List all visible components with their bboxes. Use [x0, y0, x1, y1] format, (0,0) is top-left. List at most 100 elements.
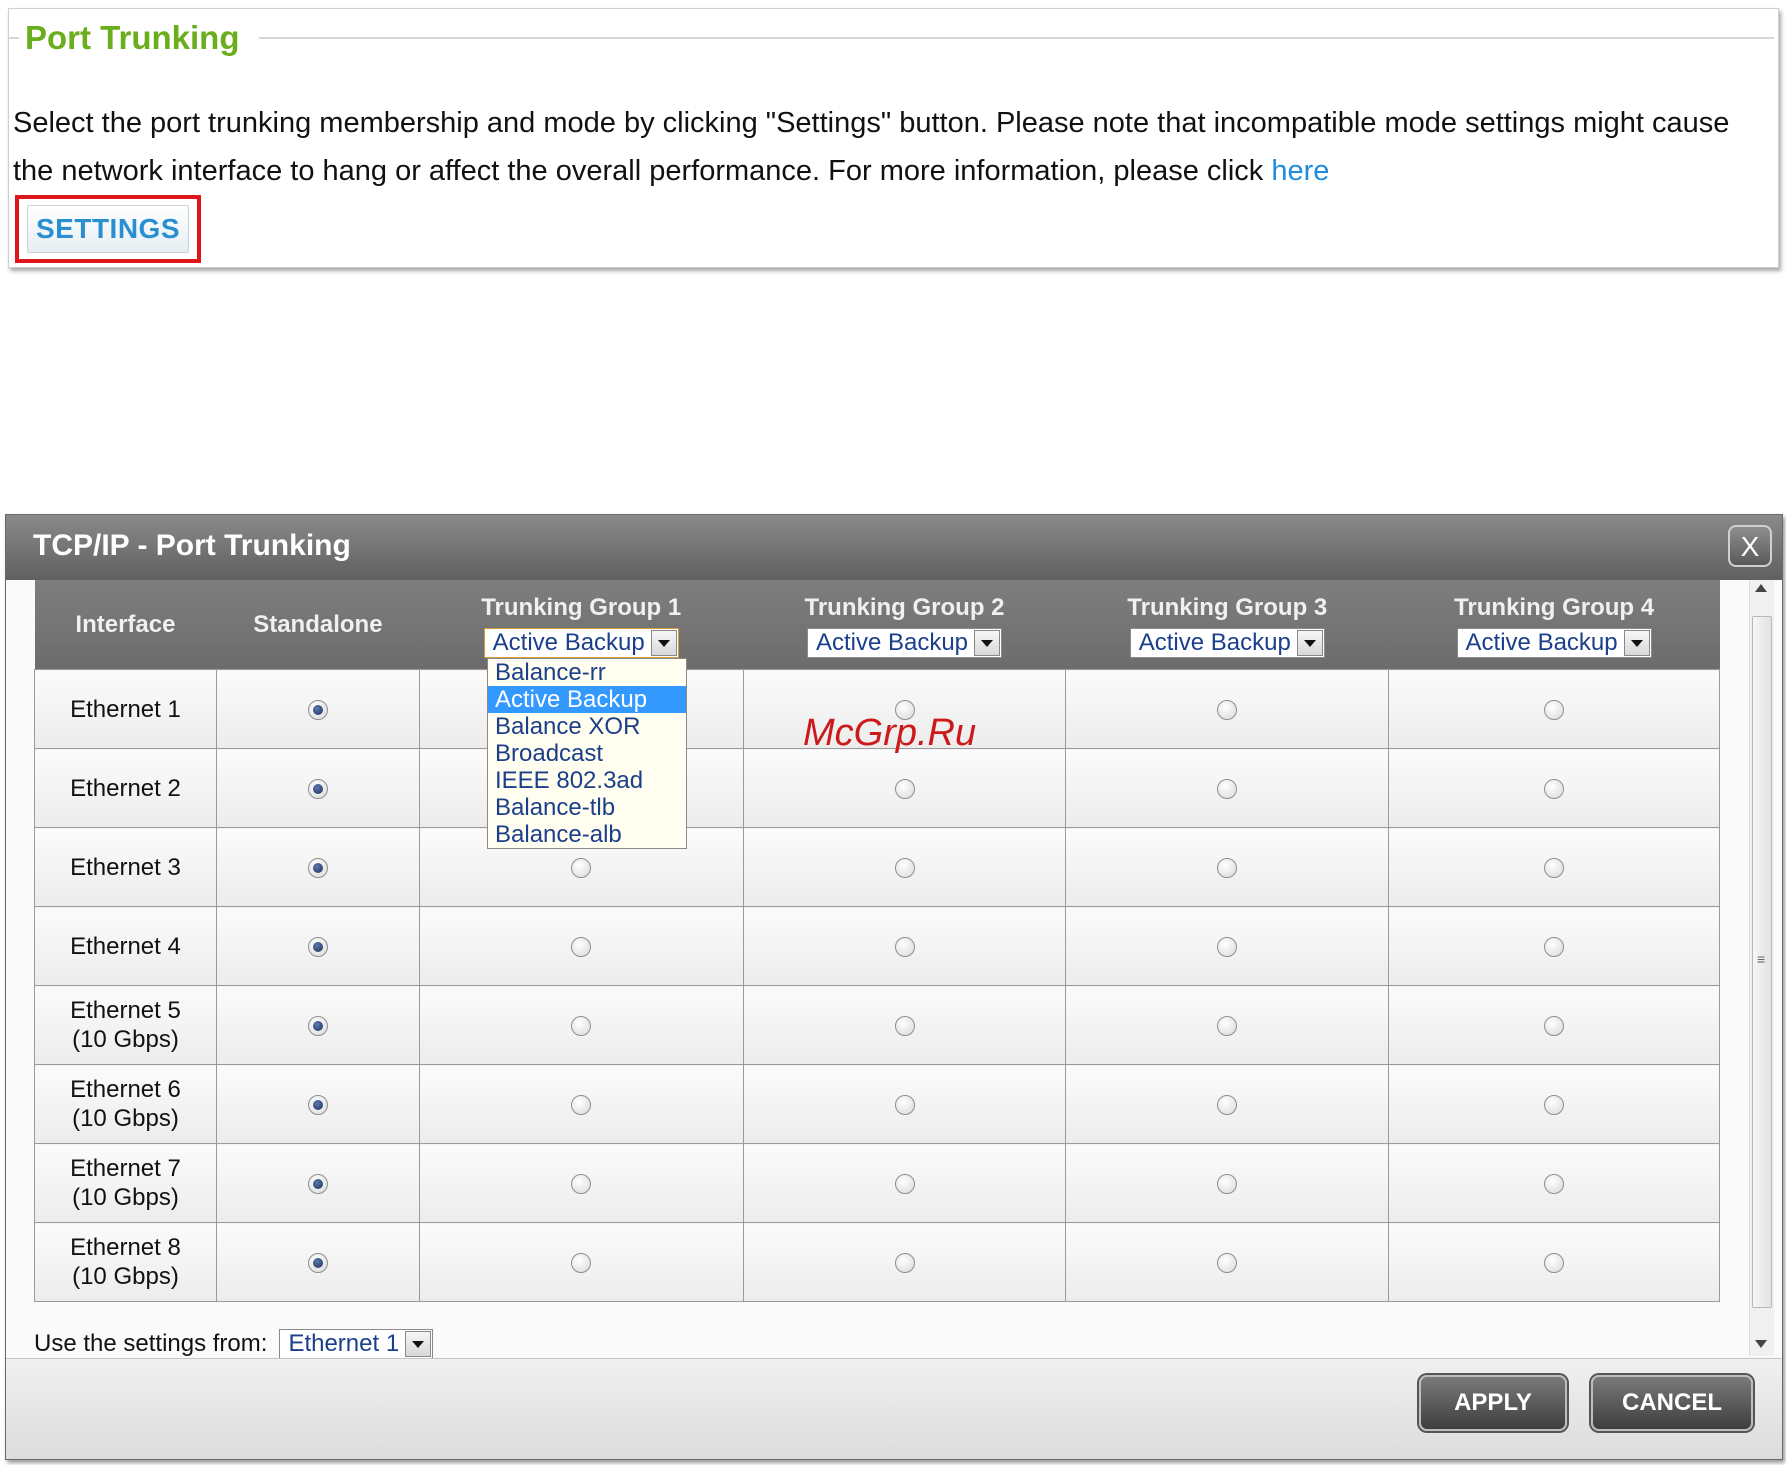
group-4-mode-value: Active Backup	[1465, 628, 1618, 656]
dropdown-arrow-icon[interactable]	[974, 629, 1001, 656]
group-1-cell	[418, 1222, 744, 1302]
interface-speed: (10 Gbps)	[72, 1026, 179, 1053]
group-2-cell	[742, 985, 1067, 1065]
group-4-label: Trunking Group 4	[1454, 593, 1655, 621]
group-1-radio[interactable]	[571, 936, 592, 957]
scroll-thumb[interactable]: ≡	[1752, 616, 1772, 1308]
group-4-radio[interactable]	[1544, 857, 1565, 878]
table-row: Ethernet 7 (10 Gbps)	[34, 1143, 1720, 1223]
standalone-cell	[215, 1143, 420, 1223]
standalone-radio[interactable]	[307, 857, 328, 878]
group-4-radio[interactable]	[1544, 1252, 1565, 1273]
scroll-down-icon[interactable]	[1755, 1340, 1767, 1348]
group-3-radio[interactable]	[1217, 857, 1238, 878]
group-3-radio[interactable]	[1217, 1173, 1238, 1194]
group-1-cell	[418, 985, 744, 1065]
use-settings-select[interactable]: Ethernet 1	[279, 1329, 434, 1359]
group-1-radio[interactable]	[571, 1015, 592, 1036]
dialog-title: TCP/IP - Port Trunking	[33, 529, 351, 562]
group-4-mode-select[interactable]: Active Backup	[1456, 627, 1652, 658]
group-2-radio[interactable]	[894, 936, 915, 957]
mode-option[interactable]: Active Backup	[488, 686, 686, 713]
group-2-radio[interactable]	[894, 1015, 915, 1036]
standalone-radio[interactable]	[307, 1252, 328, 1273]
standalone-radio[interactable]	[307, 699, 328, 720]
group-3-radio[interactable]	[1217, 1015, 1238, 1036]
group-3-cell	[1065, 1143, 1390, 1223]
dropdown-arrow-icon[interactable]	[1296, 629, 1323, 656]
standalone-radio[interactable]	[307, 1173, 328, 1194]
interface-cell: Ethernet 1	[34, 669, 217, 749]
group-4-radio[interactable]	[1544, 699, 1565, 720]
table-row: Ethernet 8 (10 Gbps)	[34, 1222, 1720, 1302]
group-2-cell	[742, 748, 1067, 828]
group-1-radio[interactable]	[571, 857, 592, 878]
interface-name: Ethernet 8	[70, 1234, 181, 1261]
mode-option[interactable]: Balance XOR	[488, 713, 686, 740]
apply-button[interactable]: APPLY	[1419, 1375, 1567, 1431]
group-1-radio[interactable]	[571, 1094, 592, 1115]
group-4-cell	[1388, 985, 1720, 1065]
legend-line	[259, 37, 1774, 39]
group-4-radio[interactable]	[1544, 1094, 1565, 1115]
mode-option[interactable]: Balance-rr	[488, 659, 686, 686]
group-2-cell	[742, 1222, 1067, 1302]
group-2-radio[interactable]	[894, 1173, 915, 1194]
group-3-radio[interactable]	[1217, 699, 1238, 720]
group-3-radio[interactable]	[1217, 936, 1238, 957]
group-3-radio[interactable]	[1217, 1252, 1238, 1273]
vertical-scrollbar[interactable]: ≡	[1749, 580, 1774, 1356]
group-3-radio[interactable]	[1217, 778, 1238, 799]
interface-speed: (10 Gbps)	[72, 1184, 179, 1211]
group-2-cell	[742, 906, 1067, 986]
interface-cell: Ethernet 5 (10 Gbps)	[34, 985, 217, 1065]
help-link[interactable]: here	[1271, 155, 1329, 187]
trunking-table: Interface Standalone Trunking Group 1 Act…	[34, 580, 1720, 1302]
port-trunking-panel: Port Trunking Select the port trunking m…	[8, 8, 1779, 268]
group-3-mode-select[interactable]: Active Backup	[1129, 627, 1325, 658]
standalone-radio[interactable]	[307, 1094, 328, 1115]
dropdown-arrow-icon[interactable]	[405, 1331, 432, 1357]
close-icon[interactable]: X	[1728, 525, 1772, 567]
scroll-up-icon[interactable]	[1755, 584, 1767, 592]
group-2-mode-select[interactable]: Active Backup	[806, 627, 1003, 658]
group-2-radio[interactable]	[894, 857, 915, 878]
standalone-radio[interactable]	[307, 1015, 328, 1036]
dropdown-arrow-icon[interactable]	[1623, 629, 1650, 656]
interface-cell: Ethernet 2	[34, 748, 217, 828]
header-standalone: Standalone	[216, 580, 420, 670]
group-4-radio[interactable]	[1544, 936, 1565, 957]
group-1-mode-select[interactable]: Active Backup	[483, 627, 679, 658]
group-2-radio[interactable]	[894, 1252, 915, 1273]
mode-option[interactable]: Broadcast	[488, 740, 686, 767]
cancel-button[interactable]: CANCEL	[1591, 1375, 1753, 1431]
standalone-radio[interactable]	[307, 778, 328, 799]
mode-option[interactable]: IEEE 802.3ad	[488, 767, 686, 794]
header-interface: Interface	[34, 580, 217, 670]
group-3-cell	[1065, 1222, 1390, 1302]
standalone-cell	[215, 906, 420, 986]
standalone-cell	[215, 1064, 420, 1144]
mode-option[interactable]: Balance-tlb	[488, 794, 686, 821]
group-3-radio[interactable]	[1217, 1094, 1238, 1115]
group-2-radio[interactable]	[894, 778, 915, 799]
group-2-radio[interactable]	[894, 1094, 915, 1115]
group-4-radio[interactable]	[1544, 1173, 1565, 1194]
group-2-cell	[742, 1064, 1067, 1144]
dropdown-arrow-icon[interactable]	[650, 629, 677, 656]
interface-speed: (10 Gbps)	[72, 1263, 179, 1290]
table-row: Ethernet 3	[34, 827, 1720, 907]
settings-button[interactable]: SETTINGS	[27, 205, 189, 253]
group-1-radio[interactable]	[571, 1173, 592, 1194]
interface-name: Ethernet 5	[70, 997, 181, 1024]
group-1-radio[interactable]	[571, 1252, 592, 1273]
standalone-radio[interactable]	[307, 936, 328, 957]
mode-option[interactable]: Balance-alb	[488, 821, 686, 848]
table-row: Ethernet 2	[34, 748, 1720, 828]
group-2-cell	[742, 1143, 1067, 1223]
header-group-4: Trunking Group 4 Active Backup	[1388, 580, 1720, 670]
group-4-cell	[1388, 1143, 1720, 1223]
group-4-radio[interactable]	[1544, 778, 1565, 799]
group-4-radio[interactable]	[1544, 1015, 1565, 1036]
legend-line-left	[9, 37, 19, 39]
